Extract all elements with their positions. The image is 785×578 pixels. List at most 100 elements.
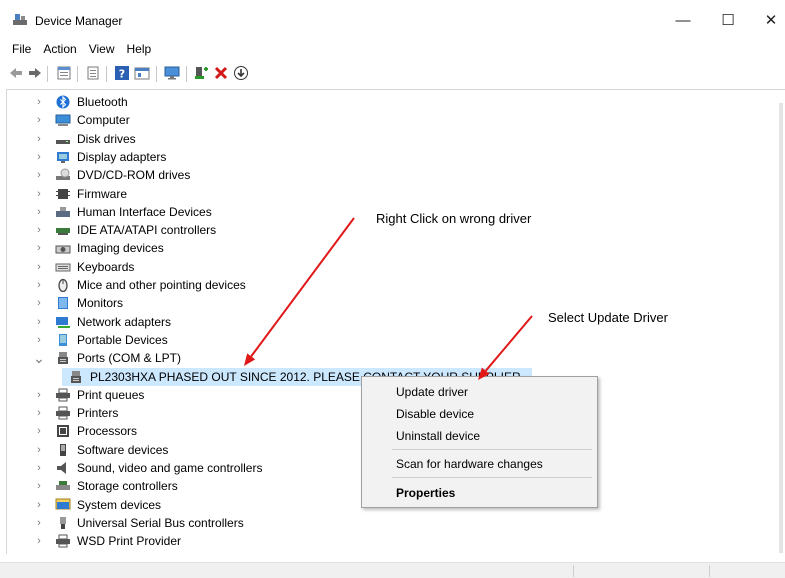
chevron-down-icon[interactable]: ⌄ (33, 350, 45, 367)
tree-node-label: Sound, video and game controllers (77, 461, 263, 475)
back-icon[interactable] (8, 65, 24, 81)
chevron-right-icon[interactable]: › (33, 316, 45, 328)
update-driver-icon[interactable] (233, 65, 249, 81)
chevron-right-icon[interactable]: › (33, 444, 45, 456)
monitor-icon[interactable] (164, 65, 180, 81)
minimize-button[interactable]: — (660, 6, 706, 34)
menu-item-disable-device[interactable]: Disable device (396, 407, 474, 421)
view-icon[interactable] (134, 65, 150, 81)
system-device-icon (55, 498, 71, 510)
tree-node[interactable]: › Portable Devices (7, 331, 168, 349)
toolbar: ? (0, 61, 785, 87)
storage-controller-icon (56, 481, 70, 491)
mouse-icon (58, 278, 68, 292)
tree-node[interactable]: › Monitors (7, 294, 123, 312)
chevron-right-icon[interactable]: › (33, 425, 45, 437)
device-manager-app-icon (13, 14, 27, 25)
tree-node[interactable]: › IDE ATA/ATAPI controllers (7, 221, 216, 239)
chevron-right-icon[interactable]: › (33, 480, 45, 492)
tree-node-label: Processors (77, 424, 138, 439)
tree-node[interactable]: › Sound, video and game controllers (7, 459, 262, 477)
status-bar (0, 562, 785, 578)
help-icon[interactable]: ? (114, 65, 130, 81)
menu-view[interactable]: View (83, 39, 121, 59)
software-device-icon (60, 443, 66, 456)
close-button[interactable]: ✕ (748, 6, 785, 34)
chevron-right-icon[interactable]: › (33, 188, 45, 200)
tree-node[interactable]: › Display adapters (7, 148, 166, 166)
hid-icon (56, 206, 70, 217)
chevron-right-icon[interactable]: › (33, 224, 45, 236)
tree-node[interactable]: › Computer (7, 111, 130, 129)
tree-node[interactable]: › Mice and other pointing devices (7, 276, 246, 294)
chevron-right-icon[interactable]: › (33, 389, 45, 401)
scrollbar-thumb[interactable] (779, 103, 783, 553)
tree-node[interactable]: › Human Interface Devices (7, 203, 212, 221)
computer-icon (55, 114, 71, 127)
chevron-right-icon[interactable]: › (33, 334, 45, 346)
tree-node[interactable]: › Software devices (7, 441, 168, 459)
tree-node-label: IDE ATA/ATAPI controllers (77, 223, 217, 238)
menu-action[interactable]: Action (37, 39, 82, 59)
tree-node[interactable]: › Universal Serial Bus controllers (7, 514, 244, 532)
tree-node[interactable]: › Processors (7, 422, 137, 440)
menu-help[interactable]: Help (121, 39, 158, 59)
tree-node[interactable]: › Disk drives (7, 130, 136, 148)
properties-icon[interactable] (56, 65, 72, 81)
chevron-right-icon[interactable]: › (33, 462, 45, 474)
tree-node-label: Human Interface Devices (77, 204, 212, 219)
chevron-right-icon[interactable]: › (33, 169, 45, 181)
chevron-right-icon[interactable]: › (33, 407, 45, 419)
chevron-right-icon[interactable]: › (33, 517, 45, 529)
firmware-icon (56, 188, 70, 199)
add-driver-icon[interactable] (193, 65, 209, 81)
list-icon[interactable] (85, 65, 101, 81)
chevron-right-icon[interactable]: › (33, 279, 45, 291)
menu-item-properties[interactable]: Properties (396, 486, 455, 500)
maximize-button[interactable]: ☐ (705, 6, 751, 34)
tree-node-label: Imaging devices (77, 241, 164, 256)
tree-node[interactable]: › Imaging devices (7, 239, 164, 257)
tree-node[interactable]: › System devices (7, 496, 161, 514)
title-bar: Device Manager — ☐ ✕ (0, 0, 785, 36)
printer-icon (56, 388, 70, 402)
tree-node[interactable]: › Firmware (7, 185, 127, 203)
tree-node[interactable]: › WSD Print Provider (7, 532, 181, 550)
chevron-right-icon[interactable]: › (33, 535, 45, 547)
chevron-right-icon[interactable]: › (33, 499, 45, 511)
tree-node-label: Firmware (77, 186, 127, 201)
tree-node[interactable]: ⌄ Ports (COM & LPT) (7, 349, 181, 367)
tree-node-label: Print queues (77, 387, 145, 402)
vertical-scrollbar[interactable] (776, 89, 785, 554)
tree-node[interactable]: › DVD/CD-ROM drives (7, 166, 190, 184)
chevron-right-icon[interactable]: › (33, 96, 45, 108)
forward-icon[interactable] (27, 65, 43, 81)
chevron-right-icon[interactable]: › (33, 151, 45, 163)
tree-node-label: Display adapters (77, 149, 167, 164)
chevron-right-icon[interactable]: › (33, 133, 45, 145)
monitor-icon (58, 297, 68, 310)
chevron-right-icon[interactable]: › (33, 261, 45, 273)
chevron-right-icon[interactable]: › (33, 297, 45, 309)
tree-node[interactable]: › Keyboards (7, 258, 134, 276)
tree-node[interactable]: › Storage controllers (7, 477, 178, 495)
chevron-right-icon[interactable]: › (33, 242, 45, 254)
menu-item-update-driver[interactable]: Update driver (396, 385, 468, 399)
uninstall-icon[interactable] (213, 65, 229, 81)
tree-node[interactable]: › Printers (7, 404, 118, 422)
tree-node[interactable]: › Network adapters (7, 313, 171, 331)
tree-node-label: Network adapters (77, 314, 172, 329)
annotation-select-update: Select Update Driver (548, 310, 668, 325)
tree-node-label: Ports (COM & LPT) (77, 351, 182, 366)
tree-node-label: Monitors (77, 296, 124, 311)
tree-node-label: Keyboards (77, 259, 135, 274)
tree-node-label: Universal Serial Bus controllers (77, 515, 244, 530)
tree-node[interactable]: › Print queues (7, 386, 144, 404)
tree-node-label: Computer (77, 113, 130, 128)
tree-node[interactable]: › Bluetooth (7, 93, 128, 111)
chevron-right-icon[interactable]: › (33, 206, 45, 218)
menu-item-uninstall-device[interactable]: Uninstall device (396, 429, 480, 443)
chevron-right-icon[interactable]: › (33, 114, 45, 126)
menu-item-scan-hardware[interactable]: Scan for hardware changes (396, 457, 543, 471)
menu-file[interactable]: File (0, 39, 37, 59)
